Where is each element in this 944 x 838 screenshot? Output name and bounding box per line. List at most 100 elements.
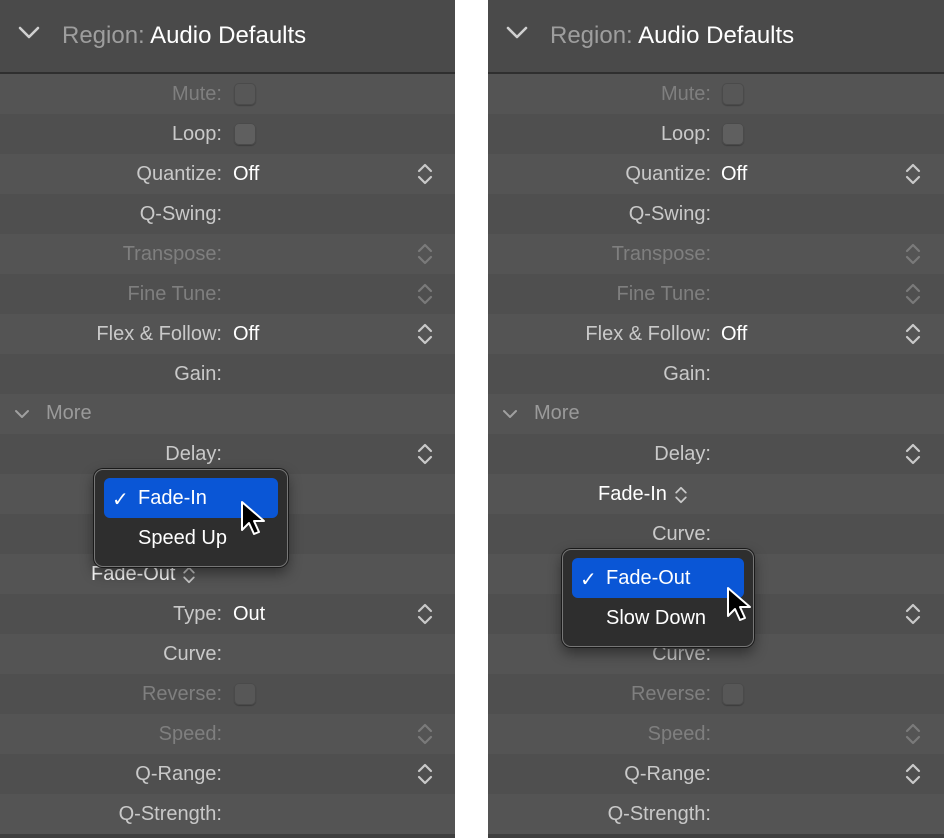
menu-item-label: Fade-Out [606,567,691,589]
param-label: Quantize: [136,163,222,185]
checkmark-icon: ✓ [112,489,129,511]
up-down-stepper-icon[interactable] [415,322,435,346]
up-down-stepper-icon[interactable] [903,282,923,306]
param-value[interactable]: Off [233,323,259,346]
up-down-stepper-icon[interactable] [903,242,923,266]
inspector-header[interactable]: Region: Audio Defaults [488,0,944,74]
chevron-down-icon[interactable] [18,26,40,40]
param-row-fade-in: Fade-In [488,474,944,514]
up-down-stepper-icon[interactable] [415,762,435,786]
param-value[interactable]: Off [721,163,747,186]
param-label: Speed: [647,723,711,745]
mute-checkbox[interactable] [722,83,744,105]
more-disclosure-label[interactable]: More [534,402,580,425]
up-down-stepper-icon[interactable] [903,322,923,346]
mouse-pointer-icon [241,501,265,535]
param-label: Q-Range: [624,763,711,785]
up-down-stepper-icon[interactable] [415,722,435,746]
up-down-stepper-icon[interactable] [415,442,435,466]
param-label: Mute: [171,83,222,105]
param-row-fine-tune: Fine Tune: [488,274,944,314]
param-label: Flex & Follow: [96,323,222,345]
menu-item-slow-down[interactable]: Slow Down [572,598,744,638]
param-label: Q-Swing: [139,203,222,225]
param-label: Fine Tune: [127,283,222,305]
param-label: Gain: [174,363,222,385]
param-row-curve: Curve: [488,514,944,554]
param-label: Transpose: [611,243,711,265]
param-label: Delay: [654,443,711,465]
param-row-mute: Mute: [0,74,455,114]
param-label: Speed: [158,723,222,745]
param-label: Q-Strength: [118,803,222,825]
title-prefix: Region: [62,22,145,49]
param-label: Mute: [660,83,711,105]
menu-item-label: Slow Down [606,607,707,629]
param-label: Q-Range: [135,763,222,785]
param-label: Quantize: [625,163,711,185]
chevron-down-icon[interactable] [502,409,518,419]
param-row-q-range: Q-Range: [488,754,944,794]
param-row-q-range: Q-Range: [0,754,455,794]
up-down-stepper-icon[interactable] [415,602,435,626]
param-row-type: Type: Out [0,594,455,634]
title-name: Audio Defaults [638,22,795,49]
chevron-down-icon[interactable] [506,26,528,40]
more-disclosure-label[interactable]: More [46,402,92,425]
param-row-quantize: Quantize: Off [0,154,455,194]
param-row-more[interactable]: More [488,394,944,434]
param-row-reverse: Reverse: [488,674,944,714]
param-row-q-swing: Q-Swing: [0,194,455,234]
title-name: Audio Defaults [150,22,307,49]
param-value[interactable]: Off [233,163,259,186]
param-row-q-swing: Q-Swing: [488,194,944,234]
param-label: Transpose: [122,243,222,265]
up-down-stepper-icon[interactable] [415,162,435,186]
up-down-stepper-icon[interactable] [903,722,923,746]
checkmark-icon: ✓ [580,569,597,591]
param-row-loop: Loop: [0,114,455,154]
up-down-stepper-icon[interactable] [903,762,923,786]
region-inspector-panel-left: Region: Audio Defaults Mute: Loop: Quantiz… [0,0,455,838]
chevron-down-icon[interactable] [14,409,30,419]
param-value[interactable]: Out [233,603,265,626]
param-label: Gain: [663,363,711,385]
param-row-q-strength: Q-Strength: [0,794,455,834]
menu-item-fade-out[interactable]: ✓ Fade-Out [572,558,744,598]
mute-checkbox[interactable] [234,83,256,105]
param-row-more[interactable]: More [0,394,455,434]
up-down-stepper-icon [675,486,687,503]
fade-mode-value: Fade-In [598,483,667,505]
param-label: Flex & Follow: [585,323,711,345]
param-label: Loop: [171,123,222,145]
parameter-list: Mute: Loop: Quantize: Off Q-Swing: Transpose:… [0,74,455,834]
inspector-header[interactable]: Region: Audio Defaults [0,0,455,74]
param-label: Delay: [165,443,222,465]
param-row-quantize: Quantize: Off [488,154,944,194]
param-row-q-strength: Q-Strength: [488,794,944,834]
param-row-gain: Gain: [0,354,455,394]
fade-mode-popup[interactable]: Fade-In [598,483,689,506]
inspector-title: Region: Audio Defaults [62,22,306,50]
param-label: Curve: [163,643,222,665]
reverse-checkbox[interactable] [234,683,256,705]
up-down-stepper-icon[interactable] [415,282,435,306]
loop-checkbox[interactable] [722,123,744,145]
reverse-checkbox[interactable] [722,683,744,705]
mouse-pointer-icon [727,587,751,621]
param-row-delay: Delay: [488,434,944,474]
param-value[interactable]: Off [721,323,747,346]
param-label: Q-Strength: [607,803,711,825]
parameter-list: Mute: Loop: Quantize: Off Q-Swing: Transpose:… [488,74,944,834]
region-inspector-panel-right: Region: Audio Defaults Mute: Loop: Quantiz… [488,0,944,838]
param-row-loop: Loop: [488,114,944,154]
param-label: Q-Swing: [628,203,711,225]
param-row-fine-tune: Fine Tune: [0,274,455,314]
param-row-transpose: Transpose: [0,234,455,274]
up-down-stepper-icon[interactable] [903,162,923,186]
up-down-stepper-icon[interactable] [903,442,923,466]
menu-item-label: Speed Up [138,527,227,549]
up-down-stepper-icon[interactable] [903,602,923,626]
loop-checkbox[interactable] [234,123,256,145]
up-down-stepper-icon[interactable] [415,242,435,266]
